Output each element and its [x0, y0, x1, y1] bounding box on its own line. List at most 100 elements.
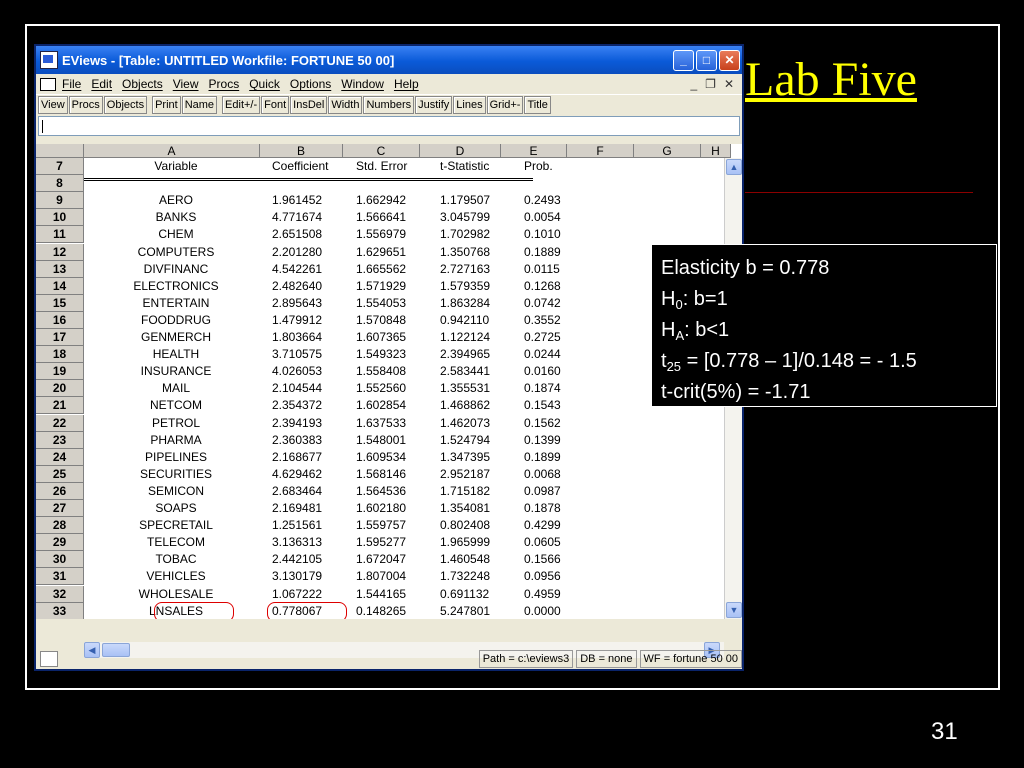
- row-number[interactable]: 21: [36, 397, 84, 415]
- table-cell[interactable]: 1.715182: [440, 483, 490, 500]
- table-cell[interactable]: 1.803664: [272, 329, 322, 346]
- table-cell[interactable]: 1.559757: [356, 517, 406, 534]
- table-cell[interactable]: SOAPS: [96, 500, 256, 517]
- table-cell[interactable]: 2.952187: [440, 466, 490, 483]
- scroll-down-arrow-icon[interactable]: ▼: [726, 602, 742, 618]
- row-number[interactable]: 17: [36, 329, 84, 346]
- table-cell[interactable]: SPECRETAIL: [96, 517, 256, 534]
- table-cell[interactable]: 1.579359: [440, 278, 490, 295]
- table-cell[interactable]: 1.807004: [356, 568, 406, 585]
- table-cell[interactable]: 0.0000: [524, 603, 561, 619]
- maximize-button[interactable]: □: [696, 49, 717, 71]
- table-cell[interactable]: 1.732248: [440, 568, 490, 585]
- table-cell[interactable]: 3.710575: [272, 346, 322, 363]
- table-cell[interactable]: 1.568146: [356, 466, 406, 483]
- table-cell[interactable]: 0.1566: [524, 551, 561, 568]
- row-number[interactable]: 19: [36, 363, 84, 381]
- row-number[interactable]: 9: [36, 192, 84, 210]
- table-cell[interactable]: HEALTH: [96, 346, 256, 363]
- column-header-b[interactable]: B: [260, 144, 343, 158]
- table-cell[interactable]: 0.0068: [524, 466, 561, 483]
- table-cell[interactable]: 2.201280: [272, 244, 322, 261]
- table-cell[interactable]: PETROL: [96, 415, 256, 432]
- table-cell[interactable]: 1.179507: [440, 192, 490, 209]
- table-cell[interactable]: 1.524794: [440, 432, 490, 449]
- table-cell[interactable]: 2.683464: [272, 483, 322, 500]
- toolbar-justify-button[interactable]: Justify: [415, 95, 453, 114]
- table-cell[interactable]: 2.482640: [272, 278, 322, 295]
- table-cell[interactable]: 0.0987: [524, 483, 561, 500]
- table-header-cell[interactable]: Coefficient: [272, 158, 328, 175]
- table-cell[interactable]: 1.251561: [272, 517, 322, 534]
- table-cell[interactable]: LNSALES: [96, 603, 256, 619]
- menu-edit[interactable]: Edit: [91, 77, 112, 91]
- table-cell[interactable]: 0.1878: [524, 500, 561, 517]
- table-cell[interactable]: 0.0742: [524, 295, 561, 312]
- table-cell[interactable]: 0.1562: [524, 415, 561, 432]
- table-cell[interactable]: 4.771674: [272, 209, 322, 226]
- table-cell[interactable]: 0.0244: [524, 346, 561, 363]
- table-cell[interactable]: 1.595277: [356, 534, 406, 551]
- menu-options[interactable]: Options: [290, 77, 331, 91]
- menu-objects[interactable]: Objects: [122, 77, 163, 91]
- table-cell[interactable]: 1.548001: [356, 432, 406, 449]
- table-cell[interactable]: 1.556979: [356, 226, 406, 243]
- toolbar-grid-button[interactable]: Grid+-: [486, 95, 524, 114]
- child-minimize-icon[interactable]: _: [690, 77, 697, 91]
- toolbar-view-button[interactable]: View: [38, 95, 68, 114]
- table-cell[interactable]: 2.394965: [440, 346, 490, 363]
- row-number[interactable]: 26: [36, 482, 84, 500]
- menu-help[interactable]: Help: [394, 77, 419, 91]
- table-cell[interactable]: PHARMA: [96, 432, 256, 449]
- table-cell[interactable]: 1.607365: [356, 329, 406, 346]
- table-cell[interactable]: MAIL: [96, 380, 256, 397]
- column-header-d[interactable]: D: [420, 144, 501, 158]
- table-cell[interactable]: 1.460548: [440, 551, 490, 568]
- table-cell[interactable]: 0.802408: [440, 517, 490, 534]
- minimize-button[interactable]: _: [673, 49, 694, 71]
- table-cell[interactable]: 1.672047: [356, 551, 406, 568]
- menu-file[interactable]: File: [62, 77, 81, 91]
- table-cell[interactable]: CHEM: [96, 226, 256, 243]
- table-cell[interactable]: 3.136313: [272, 534, 322, 551]
- title-bar[interactable]: EViews - [Table: UNTITLED Workfile: FORT…: [36, 46, 742, 74]
- table-cell[interactable]: 1.566641: [356, 209, 406, 226]
- toolbar-edit-button[interactable]: Edit+/-: [222, 95, 261, 114]
- table-cell[interactable]: 1.350768: [440, 244, 490, 261]
- row-number[interactable]: 13: [36, 260, 84, 278]
- table-cell[interactable]: 2.651508: [272, 226, 322, 243]
- table-cell[interactable]: 2.727163: [440, 261, 490, 278]
- row-number[interactable]: 8: [36, 175, 84, 193]
- table-cell[interactable]: 0.0605: [524, 534, 561, 551]
- table-cell[interactable]: 1.609534: [356, 449, 406, 466]
- grid-corner[interactable]: [36, 144, 84, 158]
- table-cell[interactable]: 1.863284: [440, 295, 490, 312]
- table-cell[interactable]: 1.571929: [356, 278, 406, 295]
- table-header-cell[interactable]: Std. Error: [356, 158, 407, 175]
- child-close-icon[interactable]: ✕: [724, 77, 734, 91]
- table-cell[interactable]: 0.1889: [524, 244, 561, 261]
- table-cell[interactable]: 1.570848: [356, 312, 406, 329]
- row-number[interactable]: 29: [36, 534, 84, 552]
- table-cell[interactable]: WHOLESALE: [96, 586, 256, 603]
- table-cell[interactable]: 1.629651: [356, 244, 406, 261]
- row-number[interactable]: 33: [36, 602, 84, 619]
- table-cell[interactable]: 4.542261: [272, 261, 322, 278]
- table-cell[interactable]: 1.662942: [356, 192, 406, 209]
- table-cell[interactable]: 0.3552: [524, 312, 561, 329]
- menu-procs[interactable]: Procs: [209, 77, 240, 91]
- cell-edit-field[interactable]: [38, 116, 740, 136]
- table-cell[interactable]: 0.691132: [440, 586, 489, 603]
- table-cell[interactable]: 2.104544: [272, 380, 322, 397]
- row-number[interactable]: 27: [36, 500, 84, 517]
- table-cell[interactable]: PIPELINES: [96, 449, 256, 466]
- row-number[interactable]: 14: [36, 277, 84, 295]
- table-cell[interactable]: GENMERCH: [96, 329, 256, 346]
- table-cell[interactable]: 1.462073: [440, 415, 490, 432]
- table-cell[interactable]: ENTERTAIN: [96, 295, 256, 312]
- table-cell[interactable]: TELECOM: [96, 534, 256, 551]
- table-cell[interactable]: 0.1899: [524, 449, 561, 466]
- table-cell[interactable]: 1.354081: [440, 500, 490, 517]
- table-cell[interactable]: COMPUTERS: [96, 244, 256, 261]
- table-cell[interactable]: 0.778067: [272, 603, 322, 619]
